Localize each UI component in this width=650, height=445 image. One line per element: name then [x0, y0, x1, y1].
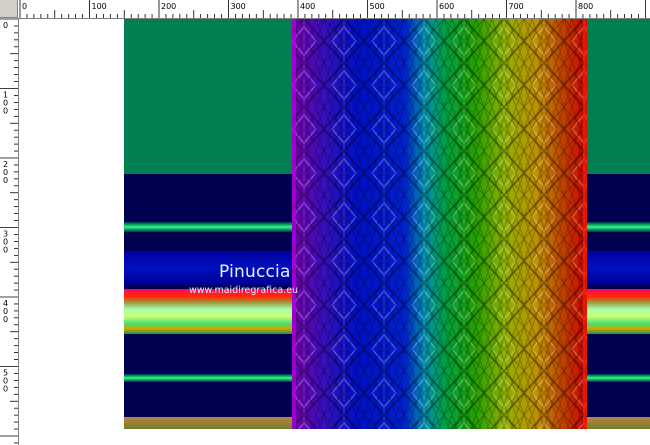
image-artwork — [124, 19, 650, 429]
ruler-vertical[interactable]: 0100200300400500 — [0, 18, 19, 445]
ruler-horizontal[interactable]: 0 100 200 300 400 500 600 700 800 — [18, 0, 650, 19]
ruler-label: 100 — [92, 2, 107, 11]
ruler-label: 0 — [22, 2, 27, 11]
ruler-label: 700 — [509, 2, 524, 11]
watermark-url: www.maidiregrafica.eu — [189, 285, 299, 296]
ruler-label: 0 — [3, 315, 8, 324]
ruler-label: 400 — [300, 2, 315, 11]
ruler-label: 300 — [231, 2, 246, 11]
ruler-label: 0 — [3, 385, 8, 394]
ruler-label: 200 — [161, 2, 176, 11]
ruler-label: 0 — [3, 21, 8, 30]
ruler-label: 0 — [3, 107, 8, 116]
ruler-corner — [0, 0, 18, 18]
ruler-label: 600 — [439, 2, 454, 11]
image-canvas[interactable] — [124, 19, 650, 429]
ruler-label: 0 — [3, 176, 8, 185]
ruler-horizontal-ticks: 0 100 200 300 400 500 600 700 800 — [19, 0, 646, 18]
watermark-name: Pinuccia — [219, 262, 291, 282]
ruler-label: 800 — [578, 2, 593, 11]
ruler-label: 500 — [370, 2, 385, 11]
kaleidoscope-panel — [292, 19, 587, 429]
ruler-label: 0 — [3, 246, 8, 255]
ruler-vertical-ticks: 0100200300400500 — [0, 18, 18, 444]
